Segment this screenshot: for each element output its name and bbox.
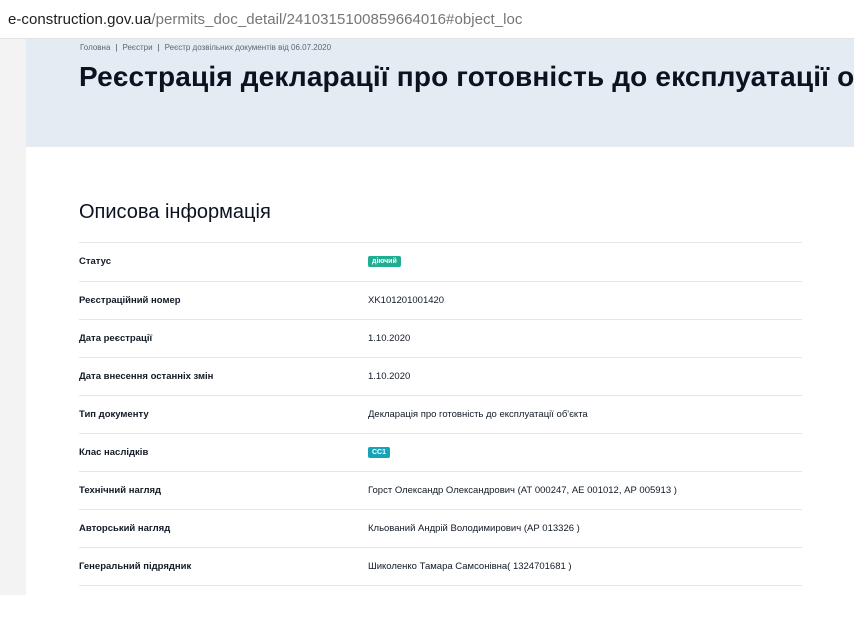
page-title: Реєстрація декларації про готовність до … — [79, 61, 854, 92]
url-host: e-construction.gov.ua — [8, 11, 152, 28]
info-table: Статус діючий Реєстраційний номер XK1012… — [79, 242, 802, 623]
breadcrumb-separator: | — [157, 43, 160, 52]
info-label: Клас наслідків — [79, 447, 149, 458]
info-label: Реєстраційний номер — [79, 295, 181, 306]
breadcrumb-home-link[interactable]: Головна — [80, 43, 110, 52]
info-label: Статус — [79, 256, 112, 267]
info-value: Кльований Андрій Володимирович (АР 01332… — [368, 523, 580, 534]
left-gutter — [0, 39, 26, 595]
info-row-last-change: Дата внесення останніх змін 1.10.2020 — [79, 357, 802, 395]
info-label: Дата внесення останніх змін — [79, 371, 214, 382]
info-row-consequence-class: Клас наслідків СС1 — [79, 433, 802, 471]
info-label: Генеральний підрядник — [79, 561, 192, 572]
breadcrumb-registries-link[interactable]: Реєстри — [122, 43, 152, 52]
breadcrumb-separator: | — [115, 43, 118, 52]
info-value: XK101201001420 — [368, 295, 445, 306]
status-badge: діючий — [368, 256, 401, 267]
info-row-reg-number: Реєстраційний номер XK101201001420 — [79, 281, 802, 319]
info-value: 1.10.2020 — [368, 371, 411, 382]
url-text[interactable]: e-construction.gov.ua/permits_doc_detail… — [8, 11, 523, 29]
page-header: Головна | Реєстри | Реєстр дозвільних докуме… — [26, 39, 854, 147]
breadcrumb-permits-registry-link[interactable]: Реєстр дозвільних документів від 06.07.2… — [165, 43, 331, 52]
info-row-status: Статус діючий — [79, 242, 802, 281]
info-label: Дата реєстрації — [79, 333, 153, 344]
info-row-author-supervision: Авторський нагляд Кльований Андрій Волод… — [79, 509, 802, 547]
browser-address-bar[interactable]: e-construction.gov.ua/permits_doc_detail… — [0, 0, 854, 39]
info-label: Тип документу — [79, 409, 149, 420]
info-value: Горст Олександр Олександрович (АТ 000247… — [368, 485, 677, 496]
breadcrumb: Головна | Реєстри | Реєстр дозвільних докуме… — [80, 43, 331, 53]
info-row-doc-type: Тип документу Декларація про готовність … — [79, 395, 802, 433]
info-row-reg-date: Дата реєстрації 1.10.2020 — [79, 319, 802, 357]
info-label: Авторський нагляд — [79, 523, 171, 534]
section-title: Описова інформація — [79, 201, 271, 223]
main-content: Описова інформація Статус діючий Реєстра… — [26, 147, 854, 595]
url-path: /permits_doc_detail/2410315100859664016#… — [151, 11, 523, 28]
info-value: Декларація про готовність до експлуатаці… — [368, 409, 588, 420]
info-label: Технічний нагляд — [79, 485, 162, 496]
info-row-divider — [79, 585, 802, 623]
info-value: 1.10.2020 — [368, 333, 411, 344]
consequence-class-badge: СС1 — [368, 447, 391, 458]
info-value: Шиколенко Тамара Самсонівна( 1324701681 … — [368, 561, 572, 572]
info-row-tech-supervision: Технічний нагляд Горст Олександр Олексан… — [79, 471, 802, 509]
info-row-general-contractor: Генеральний підрядник Шиколенко Тамара С… — [79, 547, 802, 585]
